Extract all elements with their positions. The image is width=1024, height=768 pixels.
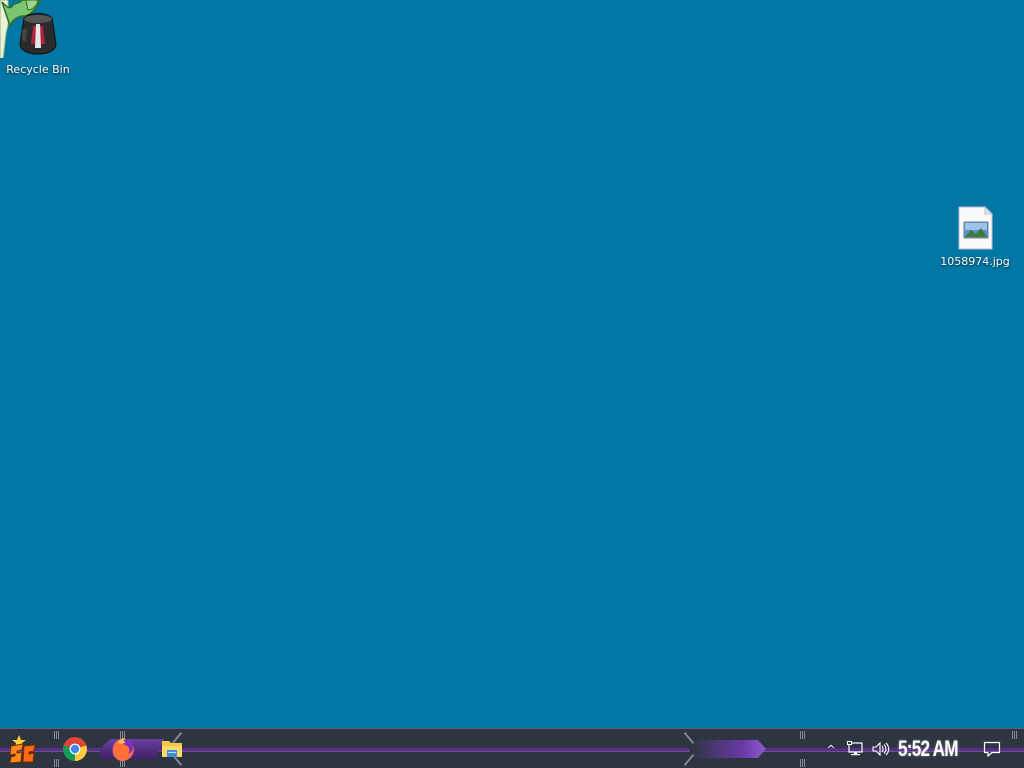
network-tray-button[interactable] <box>846 738 866 760</box>
recycle-bin-desktop-icon[interactable]: Recycle Bin <box>0 0 76 76</box>
volume-tray-button[interactable] <box>870 738 892 760</box>
chrome-icon <box>63 737 87 761</box>
clock[interactable]: 5:52 AM <box>898 735 958 763</box>
taskbar-bevel <box>683 731 695 745</box>
firefox-taskbar-button[interactable] <box>106 732 140 766</box>
taskbar: ^ 5:52 AM <box>0 728 1024 768</box>
taskbar-notch <box>800 759 806 767</box>
file-explorer-icon <box>162 741 182 757</box>
image-file-label: 1058974.jpg <box>940 255 1010 268</box>
taskbar-notch <box>800 731 806 739</box>
action-center-icon <box>983 741 1001 757</box>
desktop[interactable]: Recycle Bin 1058974.jpg <box>0 0 1024 728</box>
show-hidden-icons-button[interactable]: ^ <box>824 738 838 760</box>
taskbar-notch <box>1012 731 1018 739</box>
image-file-desktop-icon[interactable]: 1058974.jpg <box>937 205 1013 268</box>
network-icon <box>847 741 863 756</box>
taskbar-right-plate <box>690 740 766 758</box>
taskbar-bevel <box>683 753 695 767</box>
recycle-bin-icon <box>0 0 57 61</box>
start-menu-icon <box>9 735 36 764</box>
chrome-taskbar-button[interactable] <box>58 732 92 766</box>
start-button[interactable] <box>5 732 39 766</box>
chevron-up-icon: ^ <box>826 742 836 756</box>
volume-icon <box>872 741 890 757</box>
image-file-icon <box>958 205 994 250</box>
file-explorer-taskbar-button[interactable] <box>155 732 189 766</box>
recycle-bin-label: Recycle Bin <box>6 63 70 76</box>
action-center-button[interactable] <box>982 738 1002 760</box>
firefox-icon <box>112 738 134 761</box>
